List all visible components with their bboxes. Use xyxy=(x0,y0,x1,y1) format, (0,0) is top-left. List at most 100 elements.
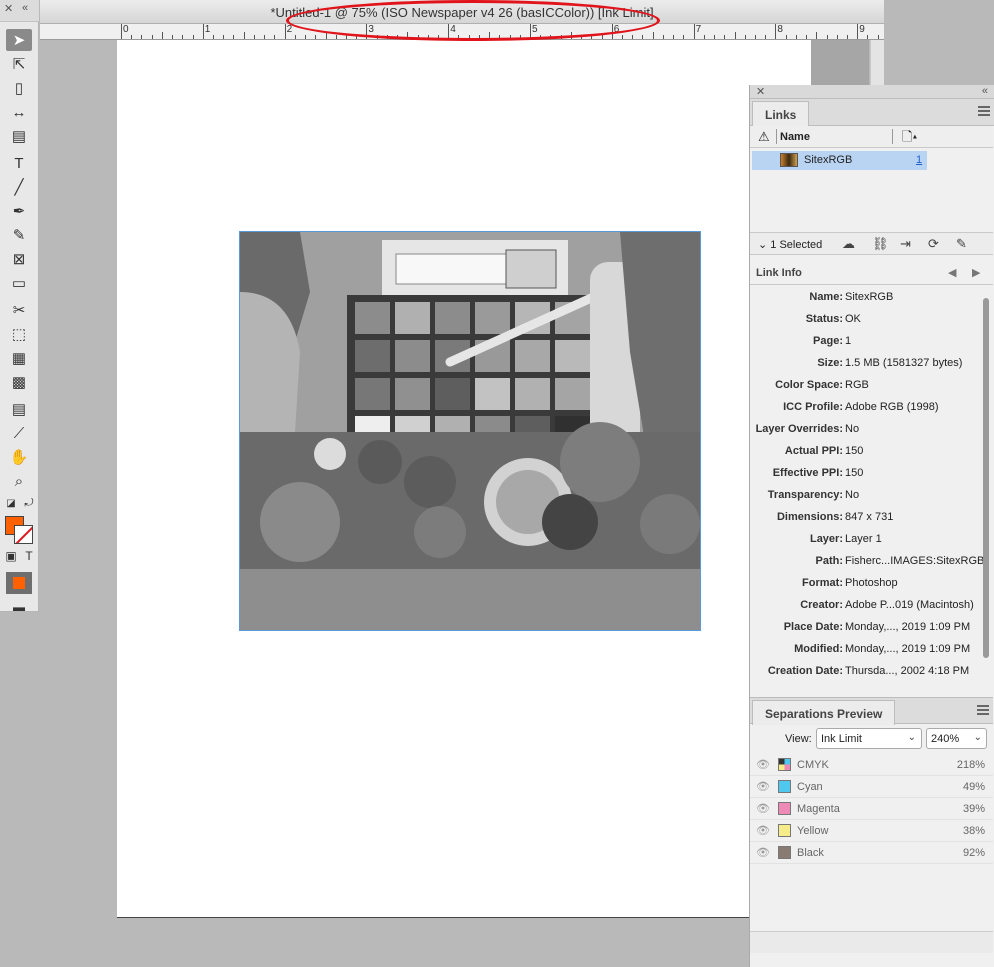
separation-row-cyan[interactable]: 👁 Cyan 49% xyxy=(750,776,993,798)
link-info-value: No xyxy=(845,423,860,435)
line-icon: ╱ xyxy=(14,179,24,196)
link-info-row: Format: Photoshop xyxy=(750,572,980,594)
ink-limit-select[interactable]: 240% ⌄ xyxy=(926,728,987,749)
ruler-tick xyxy=(478,35,480,39)
tools-panel-header[interactable]: ✕ « xyxy=(0,0,39,22)
link-row[interactable]: SitexRGB 1 xyxy=(752,151,927,170)
ruler-tick xyxy=(765,35,767,39)
type-tool[interactable]: T xyxy=(6,152,32,174)
ruler-tick xyxy=(836,35,838,39)
ruler-number: 0 xyxy=(123,24,129,35)
zoom-tool[interactable]: ⌕ xyxy=(6,470,32,492)
ruler-tick xyxy=(775,24,777,39)
link-info-scrollbar[interactable] xyxy=(981,286,991,676)
tab-separations-preview[interactable]: Separations Preview xyxy=(752,700,896,725)
view-mode-select[interactable]: Ink Limit ⌄ xyxy=(816,728,922,749)
link-info-value: 150 xyxy=(845,445,864,457)
type-icon: T xyxy=(14,154,24,172)
link-info-value: Monday,..., 2019 1:09 PM xyxy=(845,621,971,633)
close-icon[interactable]: ✕ xyxy=(756,85,765,98)
hand-tool[interactable]: ✋ xyxy=(6,446,32,468)
link-info-label: Creation Date: xyxy=(767,665,843,677)
content-collector-tool[interactable]: ▤ xyxy=(6,125,32,147)
free-transform-icon: ⬚ xyxy=(11,326,27,343)
direct-selection-tool[interactable]: ⇱ xyxy=(6,53,32,75)
free-transform-tool[interactable]: ⬚ xyxy=(6,323,32,345)
separation-percent: 218% xyxy=(956,759,985,771)
ruler-tick xyxy=(601,35,603,39)
cc-library-icon[interactable]: ☁ xyxy=(842,236,855,252)
view-mode-icon[interactable]: ▬ xyxy=(6,596,32,618)
page-column-icon[interactable]: 🗋▴ xyxy=(902,128,917,150)
line-tool[interactable]: ╱ xyxy=(6,176,32,198)
ruler-number: 2 xyxy=(286,24,293,35)
link-info-label: Actual PPI: xyxy=(784,445,843,457)
previous-icon[interactable]: ◀ xyxy=(948,266,956,279)
scissors-tool[interactable]: ✂ xyxy=(6,299,32,321)
tab-links[interactable]: Links xyxy=(752,101,810,126)
link-info-row: Place Date: Monday,..., 2019 1:09 PM xyxy=(750,616,980,638)
rectangle-frame-tool[interactable]: ⊠ xyxy=(6,248,32,270)
placed-image-frame[interactable] xyxy=(239,231,701,631)
link-info-label: Transparency: xyxy=(767,489,843,501)
pencil-tool[interactable]: ✎ xyxy=(6,224,32,246)
separation-row-black[interactable]: 👁 Black 92% xyxy=(750,842,993,864)
gradient-feather-tool[interactable]: ▩ xyxy=(6,371,32,393)
separation-row-yellow[interactable]: 👁 Yellow 38% xyxy=(750,820,993,842)
formatting-text-icon[interactable]: T xyxy=(20,547,38,565)
stroke-color-swatch[interactable] xyxy=(14,525,33,544)
link-info-header[interactable]: Link Info ◀ ▶ xyxy=(750,263,993,285)
link-page-number[interactable]: 1 xyxy=(916,154,922,166)
separation-swatch xyxy=(778,846,791,859)
edit-original-icon[interactable]: ✎ xyxy=(956,236,967,252)
separation-row-magenta[interactable]: 👁 Magenta 39% xyxy=(750,798,993,820)
panel-dock-header[interactable]: ✕ « xyxy=(750,85,994,99)
gradient-swatch-tool[interactable]: ▦ xyxy=(6,347,32,369)
collapse-icon[interactable]: « xyxy=(982,85,988,97)
formatting-container-icon[interactable]: ▣ xyxy=(2,547,20,565)
link-info-label: Page: xyxy=(813,335,843,347)
ruler-number: 3 xyxy=(368,24,374,35)
zoom-icon: ⌕ xyxy=(14,472,24,490)
ruler-tick xyxy=(202,24,204,39)
swap-colors-icon[interactable]: ⤾ xyxy=(20,494,38,512)
ruler-tick xyxy=(540,35,542,39)
next-icon[interactable]: ▶ xyxy=(972,266,980,279)
pen-tool[interactable]: ✒ xyxy=(6,200,32,222)
document-titlebar[interactable]: *Untitled-1 @ 75% (ISO Newspaper v4 26 (… xyxy=(40,0,884,24)
eyedropper-tool[interactable]: ⟋ xyxy=(6,422,32,444)
hand-icon: ✋ xyxy=(9,449,29,466)
page-tool[interactable]: ▯ xyxy=(6,77,32,99)
direct-selection-icon: ⇱ xyxy=(12,56,26,73)
links-panel-menu-icon[interactable] xyxy=(978,106,990,116)
scrollbar-thumb[interactable] xyxy=(983,298,989,658)
update-link-icon[interactable]: ⟳ xyxy=(928,236,939,252)
relink-icon[interactable]: ⛓ xyxy=(872,236,889,252)
eye-icon[interactable]: 👁 xyxy=(756,758,770,771)
ruler-tick xyxy=(335,35,337,39)
collapse-icon[interactable]: « xyxy=(22,2,28,14)
selection-count[interactable]: ⌄ 1 Selected xyxy=(758,238,822,251)
horizontal-ruler[interactable]: 0 1 2 3 4 5 6 7 8 9 xyxy=(40,24,884,40)
ruler-number: 8 xyxy=(777,24,783,35)
eye-icon[interactable]: 👁 xyxy=(756,780,770,793)
note-tool[interactable]: ▤ xyxy=(6,398,32,420)
eye-icon[interactable]: 👁 xyxy=(756,802,770,815)
apply-color-button[interactable] xyxy=(6,572,32,594)
selection-tool[interactable]: ➤ xyxy=(6,29,32,51)
warning-icon[interactable]: ⚠ xyxy=(758,129,770,145)
link-info-value: 1.5 MB (1581327 bytes) xyxy=(845,357,963,369)
go-to-link-icon[interactable]: ⇥ xyxy=(900,236,911,252)
chevron-down-icon: ⌄ xyxy=(973,732,982,743)
eye-icon[interactable]: 👁 xyxy=(756,846,770,859)
gap-tool[interactable]: ↔ xyxy=(6,101,32,123)
separations-panel-menu-icon[interactable] xyxy=(977,705,989,715)
separation-row-cmyk[interactable]: 👁 CMYK 218% xyxy=(750,754,993,776)
close-icon[interactable]: ✕ xyxy=(4,2,13,15)
ruler-tick xyxy=(213,35,215,39)
link-info-value: No xyxy=(845,489,860,501)
column-name-header[interactable]: Name xyxy=(780,131,810,143)
rectangle-tool[interactable]: ▭ xyxy=(6,272,32,294)
eye-icon[interactable]: 👁 xyxy=(756,824,770,837)
default-colors-icon[interactable]: ◪ xyxy=(2,494,20,512)
